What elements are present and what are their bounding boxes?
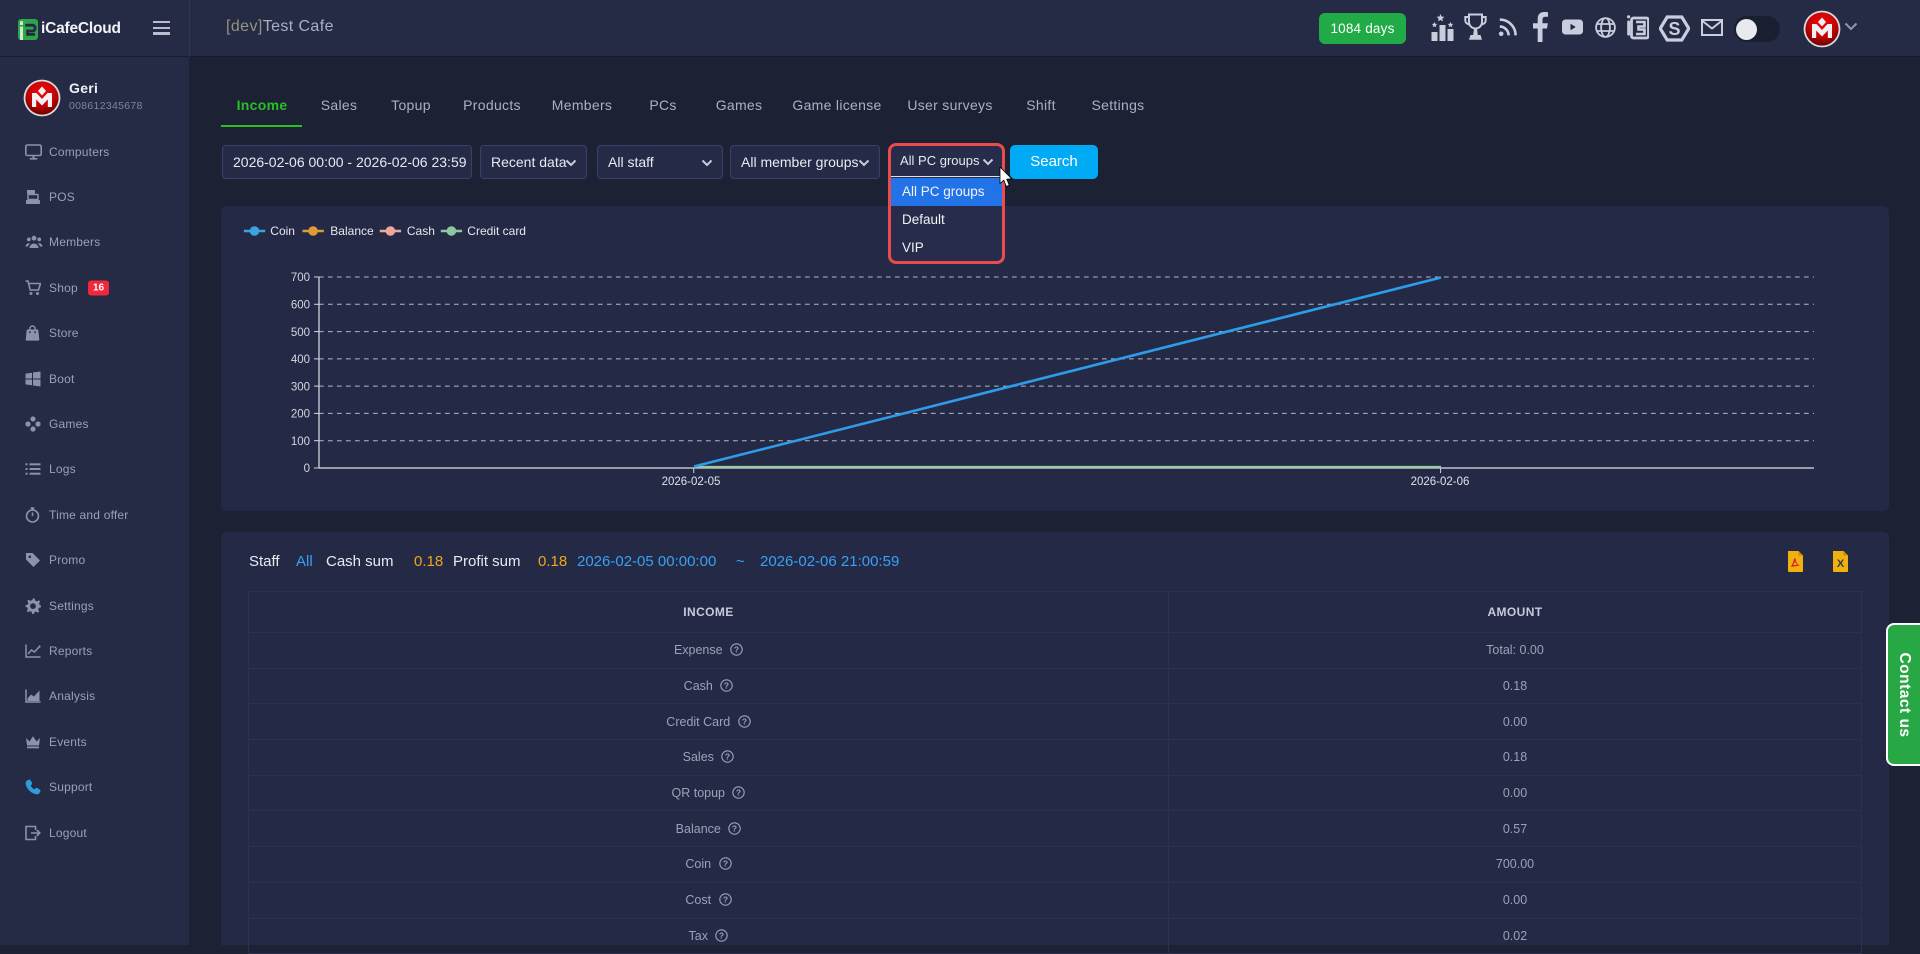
- svg-text:?: ?: [719, 930, 724, 940]
- svg-text:500: 500: [291, 327, 310, 339]
- svg-text:Balance: Balance: [330, 224, 374, 238]
- svg-text:2026-02-06: 2026-02-06: [1411, 476, 1470, 488]
- svg-text:?: ?: [742, 716, 747, 726]
- svg-text:Credit card: Credit card: [467, 224, 526, 238]
- svg-text:2026-02-05: 2026-02-05: [662, 476, 721, 488]
- svg-text:?: ?: [722, 895, 727, 905]
- svg-text:?: ?: [725, 752, 730, 762]
- svg-text:?: ?: [724, 680, 729, 690]
- svg-text:700: 700: [291, 272, 310, 284]
- svg-text:100: 100: [291, 436, 310, 448]
- svg-text:?: ?: [734, 645, 739, 655]
- svg-text:200: 200: [291, 409, 310, 421]
- svg-text:?: ?: [732, 823, 737, 833]
- svg-text:600: 600: [291, 300, 310, 312]
- svg-text:Coin: Coin: [270, 224, 295, 238]
- svg-text:0: 0: [304, 463, 310, 475]
- svg-text:400: 400: [291, 354, 310, 366]
- svg-text:S: S: [1668, 19, 1680, 39]
- svg-text:300: 300: [291, 381, 310, 393]
- svg-text:Cash: Cash: [407, 224, 435, 238]
- svg-text:X: X: [1837, 558, 1845, 570]
- svg-text:?: ?: [736, 787, 741, 797]
- svg-text:?: ?: [722, 859, 727, 869]
